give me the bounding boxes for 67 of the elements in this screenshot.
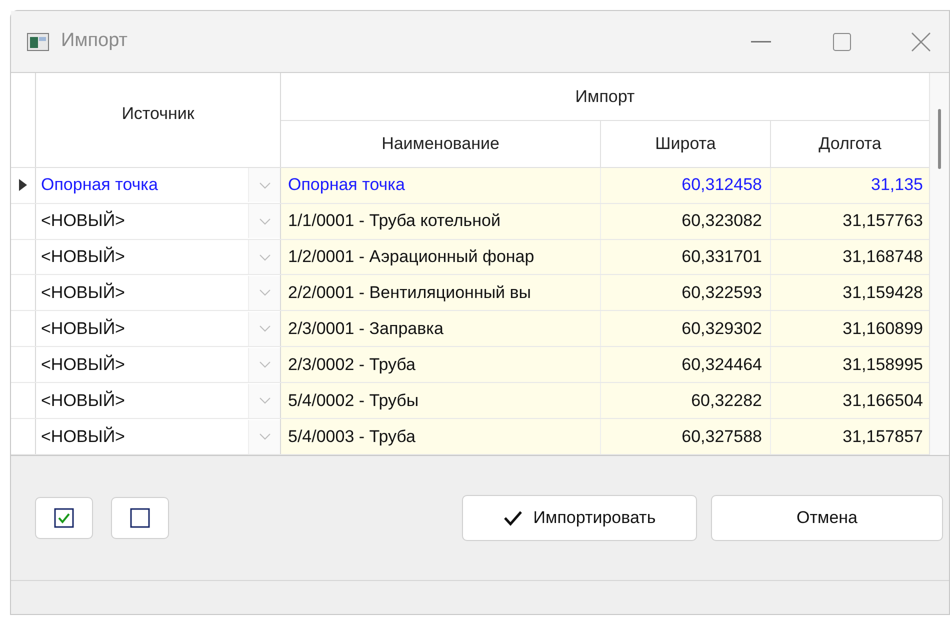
group-header: Импорт	[281, 73, 929, 121]
table-cell: Опорная точка	[281, 168, 601, 203]
table-cell: 2/3/0002 - Труба	[281, 347, 601, 382]
table-cell: 2/2/0001 - Вентиляционный вы	[281, 275, 601, 310]
table-cell: 31,157857	[771, 419, 929, 454]
table-cell[interactable]: <НОВЫЙ>	[36, 316, 248, 342]
table-cell[interactable]: Опорная точка	[36, 172, 248, 198]
table-cell: 31,168748	[771, 240, 929, 274]
dropdown-button[interactable]	[248, 240, 280, 274]
dropdown-button[interactable]	[248, 204, 280, 238]
column-header[interactable]: Широта	[601, 121, 771, 167]
row-indicator-icon	[19, 179, 27, 192]
chevron-down-icon	[258, 182, 270, 189]
scrollbar[interactable]	[929, 73, 949, 455]
chevron-down-icon	[258, 289, 270, 296]
cancel-button[interactable]: Отмена	[711, 495, 943, 541]
column-header[interactable]: Долгота	[771, 121, 929, 167]
chevron-down-icon	[258, 397, 270, 404]
column-header[interactable]: Источник	[36, 73, 281, 167]
column-header[interactable]: Наименование	[281, 121, 601, 167]
select-all-button[interactable]	[35, 497, 93, 539]
table-cell: 31,157763	[771, 204, 929, 239]
table-cell: 5/4/0002 - Трубы	[281, 383, 601, 418]
table-cell: 60,331701	[601, 240, 771, 274]
table-cell: 5/4/0003 - Труба	[281, 419, 601, 454]
minimize-icon[interactable]	[751, 40, 771, 42]
table-cell[interactable]: <НОВЫЙ>	[36, 208, 248, 234]
import-button[interactable]: Импортировать	[462, 495, 697, 541]
table-cell: 60,324464	[601, 347, 771, 382]
table-cell: 1/2/0001 - Аэрационный фонар	[281, 240, 601, 274]
empty-box-icon	[130, 508, 150, 528]
table-cell[interactable]: <НОВЫЙ>	[36, 352, 248, 378]
table-cell: 60,329302	[601, 311, 771, 346]
deselect-all-button[interactable]	[111, 497, 169, 539]
checkmark-icon	[503, 510, 524, 526]
table-cell: 31,166504	[771, 383, 929, 418]
table-cell: 31,135	[771, 168, 929, 203]
table-cell[interactable]: <НОВЫЙ>	[36, 244, 248, 270]
chevron-down-icon	[258, 433, 270, 440]
dropdown-button[interactable]	[248, 384, 280, 418]
maximize-icon[interactable]	[833, 32, 851, 50]
table-cell: 60,32282	[601, 383, 771, 418]
dropdown-button[interactable]	[248, 312, 280, 346]
table-cell[interactable]: <НОВЫЙ>	[36, 280, 248, 306]
dropdown-button[interactable]	[248, 420, 280, 454]
table-cell[interactable]: <НОВЫЙ>	[36, 388, 248, 414]
table-cell: 60,312458	[601, 168, 771, 203]
table-cell: 60,322593	[601, 275, 771, 310]
chevron-down-icon	[258, 325, 270, 332]
table-cell[interactable]: <НОВЫЙ>	[36, 424, 248, 450]
table-cell: 31,160899	[771, 311, 929, 346]
table-cell: 31,159428	[771, 275, 929, 310]
close-icon[interactable]	[911, 32, 931, 52]
chevron-down-icon	[258, 218, 270, 225]
dropdown-button[interactable]	[248, 276, 280, 310]
window-icon	[27, 32, 49, 50]
table-cell: 2/3/0001 - Заправка	[281, 311, 601, 346]
table-cell: 31,158995	[771, 347, 929, 382]
dropdown-button[interactable]	[248, 168, 280, 202]
table-cell: 60,327588	[601, 419, 771, 454]
chevron-down-icon	[258, 254, 270, 261]
table-cell: 60,323082	[601, 204, 771, 239]
table-cell: 1/1/0001 - Труба котельной	[281, 204, 601, 239]
checked-box-icon	[54, 508, 74, 528]
dropdown-button[interactable]	[248, 348, 280, 382]
window-title: Импорт	[61, 29, 128, 54]
chevron-down-icon	[258, 361, 270, 368]
